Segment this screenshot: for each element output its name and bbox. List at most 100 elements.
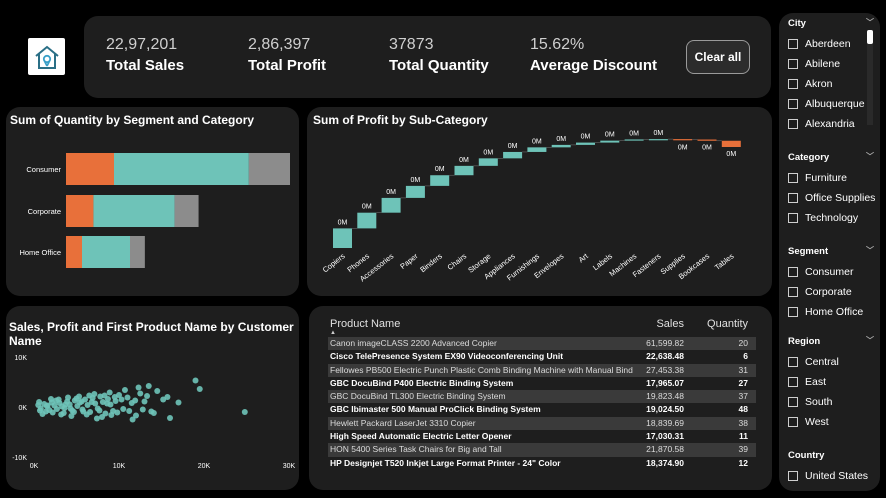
bar-segment[interactable] <box>66 236 82 268</box>
chevron-down-icon[interactable]: ﹀ <box>866 245 874 256</box>
bar-segment[interactable] <box>248 153 290 185</box>
scatter-point[interactable] <box>48 396 54 402</box>
chevron-down-icon[interactable]: ﹀ <box>866 335 874 346</box>
checkbox[interactable] <box>788 397 798 407</box>
scatter-point[interactable] <box>88 399 95 405</box>
scatter-point[interactable] <box>99 414 105 420</box>
clear-all-button[interactable]: Clear all <box>686 40 750 74</box>
scatter-point[interactable] <box>114 409 121 416</box>
waterfall-bar[interactable] <box>381 197 401 213</box>
slicer-item-corporate[interactable]: Corporate <box>788 282 880 302</box>
waterfall-bar[interactable] <box>697 139 717 141</box>
sales-profit-scatter-chart[interactable]: Sales, Profit and First Product Name by … <box>6 306 299 490</box>
scatter-point[interactable] <box>91 391 98 397</box>
waterfall-bar[interactable] <box>673 139 693 141</box>
scatter-point[interactable] <box>141 398 148 405</box>
scatter-point[interactable] <box>42 408 49 415</box>
waterfall-bar[interactable] <box>648 139 668 141</box>
scatter-point[interactable] <box>150 410 157 416</box>
waterfall-bar[interactable] <box>430 175 450 186</box>
scatter-point[interactable] <box>144 393 151 399</box>
waterfall-bar[interactable] <box>454 165 474 176</box>
scatter-point[interactable] <box>86 392 93 399</box>
waterfall-bar[interactable] <box>405 185 425 198</box>
waterfall-bar[interactable] <box>357 212 377 229</box>
scatter-point[interactable] <box>55 396 62 403</box>
scatter-point[interactable] <box>108 412 115 418</box>
slicer-item-east[interactable]: East <box>788 372 880 392</box>
waterfall-bar[interactable] <box>527 147 547 152</box>
bar-segment[interactable] <box>114 153 249 185</box>
scatter-point[interactable] <box>73 395 80 402</box>
scatter-point[interactable] <box>62 401 69 408</box>
scatter-point[interactable] <box>241 409 248 415</box>
table-row[interactable]: High Speed Automatic Electric Letter Ope… <box>328 430 756 443</box>
checkbox[interactable] <box>788 287 798 297</box>
table-row[interactable]: HP Designjet T520 Inkjet Large Format Pr… <box>328 457 756 470</box>
table-row[interactable]: GBC Ibimaster 500 Manual ProClick Bindin… <box>328 403 756 416</box>
column-header-product-name[interactable]: Product Name <box>330 318 652 330</box>
scatter-point[interactable] <box>93 415 100 422</box>
scatter-point[interactable] <box>49 409 56 416</box>
waterfall-bar[interactable] <box>624 139 644 141</box>
slicer-item-west[interactable]: West <box>788 412 880 432</box>
scatter-point[interactable] <box>101 392 108 399</box>
slicer-item-aberdeen[interactable]: Aberdeen <box>788 34 880 54</box>
checkbox[interactable] <box>788 213 798 223</box>
waterfall-bar[interactable] <box>721 140 741 147</box>
bar-segment[interactable] <box>93 195 175 227</box>
scatter-point[interactable] <box>36 407 43 414</box>
slicer-item-abilene[interactable]: Abilene <box>788 54 880 74</box>
scatter-point[interactable] <box>111 394 118 400</box>
checkbox[interactable] <box>788 39 798 49</box>
waterfall-bar[interactable] <box>551 144 571 148</box>
column-header-sales[interactable]: Sales <box>656 318 684 330</box>
checkbox[interactable] <box>788 307 798 317</box>
slicer-item-united-states[interactable]: United States <box>788 466 880 486</box>
bar-segment[interactable] <box>174 195 199 227</box>
table-row[interactable]: HON 5400 Series Task Chairs for Big and … <box>328 443 756 457</box>
scatter-point[interactable] <box>196 386 203 392</box>
scatter-point[interactable] <box>132 397 139 404</box>
scatter-point[interactable] <box>118 396 125 403</box>
slicer-item-furniture[interactable]: Furniture <box>788 168 880 188</box>
slicer-item-technology[interactable]: Technology <box>788 208 880 228</box>
scatter-point[interactable] <box>80 408 87 415</box>
scatter-point[interactable] <box>121 387 128 393</box>
slicer-item-consumer[interactable]: Consumer <box>788 262 880 282</box>
waterfall-bar[interactable] <box>503 151 523 159</box>
scatter-point[interactable] <box>106 389 113 396</box>
checkbox[interactable] <box>788 417 798 427</box>
bar-segment[interactable] <box>130 236 145 268</box>
slicer-item-albuquerque[interactable]: Albuquerque <box>788 94 880 114</box>
scatter-point[interactable] <box>137 390 144 397</box>
slicer-item-office-supplies[interactable]: Office Supplies <box>788 188 880 208</box>
scatter-point[interactable] <box>78 398 85 405</box>
column-header-quantity[interactable]: Quantity <box>707 318 748 330</box>
chevron-down-icon[interactable]: ﹀ <box>866 151 874 162</box>
scatter-point[interactable] <box>135 384 142 391</box>
checkbox[interactable] <box>788 59 798 69</box>
bar-segment[interactable] <box>66 195 94 227</box>
scatter-point[interactable] <box>175 399 182 406</box>
scatter-point[interactable] <box>145 383 152 389</box>
slicer-item-akron[interactable]: Akron <box>788 74 880 94</box>
table-row[interactable]: GBC DocuBind TL300 Electric Binding Syst… <box>328 390 756 404</box>
scatter-point[interactable] <box>192 377 199 384</box>
scatter-point[interactable] <box>164 394 171 400</box>
checkbox[interactable] <box>788 267 798 277</box>
table-row[interactable]: Cisco TelePresence System EX90 Videoconf… <box>328 350 756 363</box>
table-row[interactable]: Hewlett Packard LaserJet 3310 Copier 18,8… <box>328 416 756 431</box>
scatter-point[interactable] <box>139 406 146 413</box>
bar-segment[interactable] <box>66 153 114 185</box>
scatter-point[interactable] <box>58 411 65 418</box>
slicer-item-home-office[interactable]: Home Office <box>788 302 880 322</box>
scatter-point[interactable] <box>104 400 111 407</box>
quantity-by-segment-chart[interactable]: Sum of Quantity by Segment and Category … <box>6 107 299 296</box>
waterfall-bar[interactable] <box>600 140 620 143</box>
table-row[interactable]: Canon imageCLASS 2200 Advanced Copier 61,… <box>328 337 756 351</box>
scatter-point[interactable] <box>44 402 51 409</box>
scatter-point[interactable] <box>124 394 131 401</box>
checkbox[interactable] <box>788 471 798 481</box>
checkbox[interactable] <box>788 377 798 387</box>
